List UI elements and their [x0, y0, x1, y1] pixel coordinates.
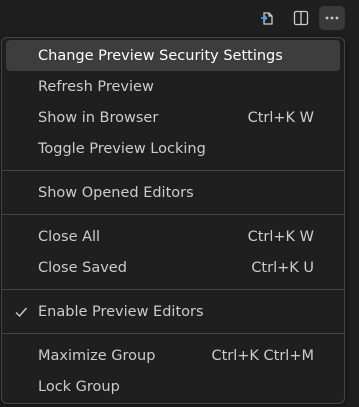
more-actions-menu: Change Preview Security Settings Refresh…: [1, 37, 345, 404]
menu-separator: [2, 289, 344, 290]
menu-item-toggle-preview-locking[interactable]: Toggle Preview Locking: [6, 133, 340, 164]
menu-item-shortcut: Ctrl+K W: [247, 109, 314, 126]
menu-item-shortcut: Ctrl+K U: [251, 259, 314, 276]
menu-item-close-saved[interactable]: Close Saved Ctrl+K U: [6, 252, 340, 283]
menu-item-shortcut: Ctrl+K Ctrl+M: [211, 347, 314, 364]
menu-item-refresh-preview[interactable]: Refresh Preview: [6, 71, 340, 102]
menu-item-show-in-browser[interactable]: Show in Browser Ctrl+K W: [6, 102, 340, 133]
menu-item-show-opened-editors[interactable]: Show Opened Editors: [6, 177, 340, 208]
menu-item-enable-preview-editors[interactable]: Enable Preview Editors: [6, 296, 340, 327]
menu-item-shortcut: Ctrl+K W: [247, 228, 314, 245]
menu-item-label: Lock Group: [38, 378, 120, 395]
menu-item-label: Show Opened Editors: [38, 184, 194, 201]
checkmark-icon: [10, 296, 32, 327]
menu-item-change-preview-security-settings[interactable]: Change Preview Security Settings: [6, 40, 340, 71]
menu-separator: [2, 333, 344, 334]
menu-item-label: Change Preview Security Settings: [38, 47, 283, 64]
split-editor-icon: [292, 9, 310, 27]
menu-item-label: Close Saved: [38, 259, 127, 276]
menu-item-label: Maximize Group: [38, 347, 156, 364]
split-editor-button[interactable]: [288, 6, 314, 30]
menu-item-label: Show in Browser: [38, 109, 159, 126]
menu-separator: [2, 214, 344, 215]
menu-item-lock-group[interactable]: Lock Group: [6, 371, 340, 402]
menu-item-label: Close All: [38, 228, 101, 245]
open-in-browser-button[interactable]: [255, 6, 281, 30]
menu-item-close-all[interactable]: Close All Ctrl+K W: [6, 221, 340, 252]
menu-item-label: Enable Preview Editors: [38, 303, 204, 320]
menu-separator: [2, 170, 344, 171]
menu-item-label: Toggle Preview Locking: [38, 140, 206, 157]
menu-item-maximize-group[interactable]: Maximize Group Ctrl+K Ctrl+M: [6, 340, 340, 371]
editor-title-toolbar: [0, 0, 359, 38]
open-in-browser-icon: [259, 9, 277, 27]
menu-item-label: Refresh Preview: [38, 78, 154, 95]
more-actions-button[interactable]: [319, 6, 345, 30]
more-actions-icon: [323, 9, 341, 27]
